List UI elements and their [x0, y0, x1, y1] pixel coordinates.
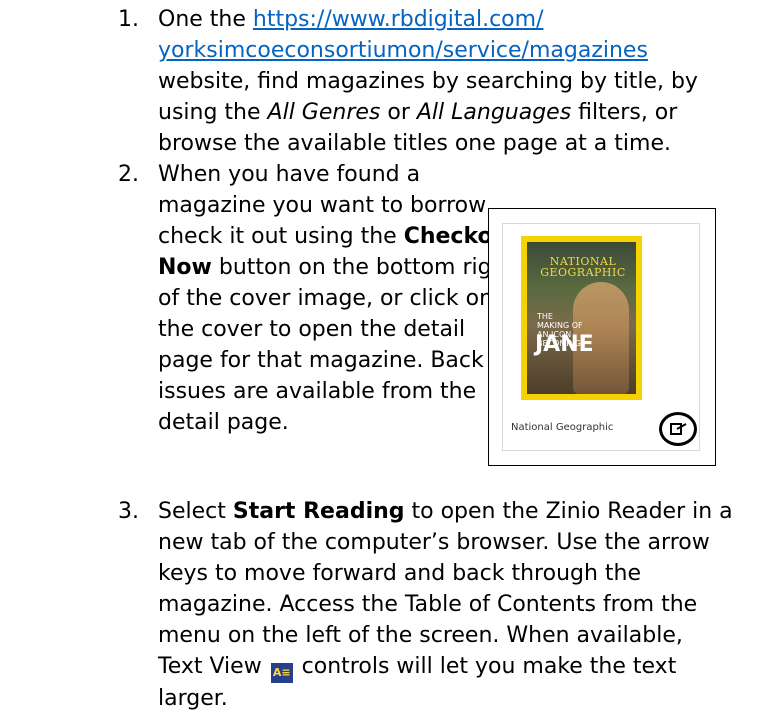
- cover-image: NATIONAL GEOGRAPHIC THE MAKING OF AN ICO…: [527, 242, 636, 394]
- step-text-segment: Select: [158, 499, 233, 524]
- all-genres-term: All Genres: [267, 100, 381, 125]
- step-text-line: When you have found a: [158, 162, 421, 187]
- step-text-line: detail page.: [158, 410, 289, 435]
- step-text: When you have found a magazine you want …: [158, 159, 519, 438]
- magazines-link-continued[interactable]: yorksimcoeconsortiumon/service/magazines: [158, 38, 648, 63]
- step-text-segment: Text View: [158, 654, 269, 679]
- magazine-card[interactable]: NATIONAL GEOGRAPHIC THE MAKING OF AN ICO…: [502, 223, 700, 451]
- step-number: 1.: [118, 7, 139, 32]
- step-text-line: menu on the left of the screen. When ava…: [158, 623, 683, 648]
- cover-headline: JANE: [535, 332, 594, 357]
- step-text-segment: or: [380, 100, 417, 125]
- step-text-segment: button on the bottom right: [211, 255, 515, 280]
- step-text-line: new tab of the computer’s browser. Use t…: [158, 530, 710, 555]
- step-text-segment: using the: [158, 100, 268, 125]
- step-text-line: magazine. Access the Table of Contents f…: [158, 592, 698, 617]
- checkout-now-term: Now: [158, 255, 212, 280]
- magazine-card-figure: NATIONAL GEOGRAPHIC THE MAKING OF AN ICO…: [488, 208, 716, 466]
- step-text-line: of the cover image, or click on: [158, 286, 494, 311]
- checkout-icon[interactable]: [659, 412, 697, 446]
- step-text: Select Start Reading to open the Zinio R…: [158, 496, 733, 714]
- step-text-line: page for that magazine. Back: [158, 348, 484, 373]
- step-text-segment: filters, or: [571, 100, 678, 125]
- step-text-segment: controls will let you make the text: [294, 654, 677, 679]
- step-text-line: issues are available from the: [158, 379, 477, 404]
- cover-title: NATIONAL GEOGRAPHIC: [540, 255, 626, 279]
- step-text-line: larger.: [158, 686, 228, 711]
- text-view-icon: A≡: [270, 663, 293, 683]
- magazines-link[interactable]: https://www.rbdigital.com/: [253, 7, 544, 32]
- magazine-title-caption: National Geographic: [511, 422, 614, 433]
- step-text-segment: to open the Zinio Reader in a: [404, 499, 733, 524]
- magazine-cover[interactable]: NATIONAL GEOGRAPHIC THE MAKING OF AN ICO…: [521, 236, 642, 400]
- all-languages-term: All Languages: [416, 100, 572, 125]
- step-text-line: website, find magazines by searching by …: [158, 69, 698, 94]
- step-text-segment: check it out using the: [158, 224, 404, 249]
- step-text-segment: One the: [158, 7, 253, 32]
- step-text-line: the cover to open the detail: [158, 317, 466, 342]
- step-text-line: keys to move forward and back through th…: [158, 561, 642, 586]
- start-reading-term: Start Reading: [232, 499, 405, 524]
- step-text-line: magazine you want to borrow,: [158, 193, 494, 218]
- step-number: 3.: [118, 499, 139, 524]
- step-text-line: browse the available titles one page at …: [158, 131, 671, 156]
- step-text: One the https://www.rbdigital.com/ yorks…: [158, 4, 698, 159]
- step-number: 2.: [118, 162, 139, 187]
- checkout-glyph-icon: [670, 423, 687, 435]
